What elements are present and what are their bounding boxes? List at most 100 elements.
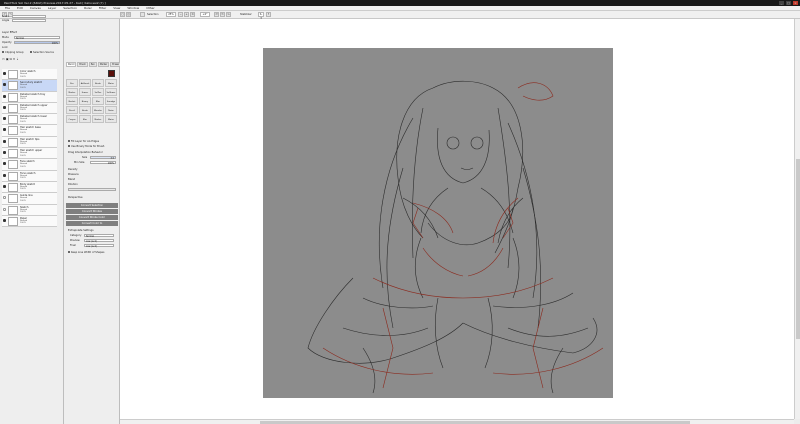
rotate-right-icon[interactable]: ↻ xyxy=(220,12,225,17)
tool-slot[interactable]: Pencil xyxy=(66,106,78,114)
invert-selection-icon[interactable]: ◫ xyxy=(126,12,131,17)
selection-toggle-checkbox[interactable] xyxy=(140,12,145,17)
zoom-in-icon[interactable]: + xyxy=(184,12,189,17)
layer-row[interactable]: Body sketch Normal 100% xyxy=(2,181,57,194)
preview-select[interactable]: Low (Lv.1) xyxy=(84,239,114,243)
visibility-eye-icon[interactable] xyxy=(3,139,6,143)
canvas-workspace[interactable] xyxy=(120,19,794,419)
zoom-field[interactable]: 25% xyxy=(166,12,176,17)
copy-layer-icon[interactable]: ⧉ xyxy=(10,57,12,61)
visibility-eye-icon[interactable] xyxy=(3,207,6,211)
tab-pen[interactable]: Pen xyxy=(88,62,97,67)
menu-view[interactable]: View xyxy=(113,6,120,10)
clipping-group-checkbox[interactable]: Clipping Group xyxy=(2,51,24,54)
scale-slider[interactable] xyxy=(12,15,46,18)
tool-slot[interactable]: Pen xyxy=(66,79,78,87)
layer-row[interactable]: Guide line Normal 100% xyxy=(2,193,57,205)
persistence-slider[interactable] xyxy=(68,188,116,191)
tab-brush[interactable]: Brush xyxy=(77,62,88,67)
vertical-scrollbar-thumb[interactable] xyxy=(796,159,800,339)
visibility-eye-icon[interactable] xyxy=(3,94,6,98)
primary-color-swatch[interactable] xyxy=(108,70,115,77)
category-select[interactable]: Normal xyxy=(84,234,114,238)
menu-selection[interactable]: Selection xyxy=(63,6,77,10)
stabilizer-select[interactable]: S-3 xyxy=(258,12,264,20)
layer-row[interactable]: Secondary sketch Normal 100% xyxy=(2,80,57,92)
tab-pencil[interactable]: Pencil xyxy=(66,62,77,67)
menu-other[interactable]: Other xyxy=(146,6,155,10)
merge-layer-icon[interactable]: ⇣ xyxy=(16,57,19,61)
close-button[interactable]: × xyxy=(793,1,798,5)
menu-layer[interactable]: Layer xyxy=(48,6,56,10)
layer-row[interactable]: Torso sketch Normal 100% xyxy=(2,170,57,182)
visibility-eye-icon[interactable] xyxy=(3,128,6,132)
visibility-eye-icon[interactable] xyxy=(3,184,6,188)
tool-slot[interactable]: Blender xyxy=(92,106,104,114)
layer-row[interactable]: Face sketch Normal 100% xyxy=(2,159,57,171)
layer-row[interactable]: Detailed sketch upper Normal 100% xyxy=(2,102,57,115)
tool-slot[interactable]: Noise xyxy=(105,106,117,114)
tool-slot[interactable]: Smudge xyxy=(105,97,117,105)
vertical-scrollbar[interactable] xyxy=(794,19,800,419)
layer-row[interactable]: Hair sketch upper Normal 100% xyxy=(2,148,57,160)
maximize-button[interactable]: □ xyxy=(786,1,791,5)
rotate-left-icon[interactable]: ↺ xyxy=(214,12,219,17)
layer-row[interactable]: Detailed sketch tray Normal 100% xyxy=(2,91,57,103)
angle-field[interactable]: +0° xyxy=(200,12,210,17)
flip-icon[interactable]: ⇋ xyxy=(226,12,231,17)
size-slider[interactable]: 3.5 xyxy=(90,156,116,160)
mode-select[interactable]: Normal xyxy=(14,36,60,40)
visibility-eye-icon[interactable] xyxy=(3,72,6,75)
visibility-eye-icon[interactable] xyxy=(3,83,6,87)
visibility-eye-icon[interactable] xyxy=(3,105,6,109)
new-layer-icon[interactable]: ▭ xyxy=(2,57,5,61)
new-folder-icon[interactable]: ▣ xyxy=(6,57,9,61)
zoom-out-icon[interactable]: − xyxy=(178,12,183,17)
layer-row[interactable]: Hair sketch base Normal 100% xyxy=(2,125,57,137)
menu-window[interactable]: Window xyxy=(127,6,139,10)
tool-slot[interactable]: AirBrush xyxy=(79,79,91,87)
menu-edit[interactable]: Edit xyxy=(17,6,23,10)
tab-marker[interactable]: Marker xyxy=(97,62,110,67)
convert-color-button[interactable]: Convert Color to xyxy=(66,221,118,226)
convert-selection-button[interactable]: Convert Selection xyxy=(66,203,118,208)
layer-row[interactable]: Hair sketch tips Normal 100% xyxy=(2,136,57,149)
tool-slot[interactable]: SelPen xyxy=(92,88,104,96)
menu-filter[interactable]: Filter xyxy=(99,6,106,10)
horizontal-scrollbar[interactable] xyxy=(120,419,794,424)
keep-line-width-option[interactable]: Keep Line Width of Shapes xyxy=(68,251,104,254)
deselect-icon[interactable]: ▢ xyxy=(120,12,125,17)
minimize-button[interactable]: _ xyxy=(779,1,784,5)
layer-row[interactable]: Paper Normal 100% xyxy=(2,215,57,228)
tool-slot[interactable]: Water xyxy=(105,115,117,123)
tool-slot[interactable]: SelErase xyxy=(105,88,117,96)
drawing-canvas[interactable] xyxy=(263,48,613,398)
tool-slot[interactable]: Bucket xyxy=(66,97,78,105)
tool-slot[interactable]: Brush xyxy=(92,79,104,87)
layer-row[interactable]: Sketch Normal 100% xyxy=(2,204,57,216)
convert-strokes-button[interactable]: Convert Strokes xyxy=(66,209,118,214)
visibility-eye-icon[interactable] xyxy=(3,196,6,200)
visibility-eye-icon[interactable] xyxy=(3,151,6,155)
visibility-eye-icon[interactable] xyxy=(3,117,6,121)
opacity-slider[interactable]: 100% xyxy=(14,41,60,45)
convert-stroke-color-button[interactable]: Convert Stroke Color xyxy=(66,215,118,220)
fill-layer-option[interactable]: Fill Layer for AA Edges xyxy=(68,140,99,143)
menu-file[interactable]: File xyxy=(5,6,10,10)
tool-slot[interactable]: Binary xyxy=(79,97,91,105)
visibility-eye-icon[interactable] xyxy=(3,162,6,166)
delete-layer-icon[interactable]: ✕ xyxy=(13,57,16,61)
min-size-slider[interactable]: 100% xyxy=(90,161,116,165)
tool-slot[interactable]: Eraser xyxy=(79,88,91,96)
visibility-eye-icon[interactable] xyxy=(3,218,6,222)
menu-ruler[interactable]: Ruler xyxy=(84,6,92,10)
help-icon[interactable]: ? xyxy=(266,12,271,17)
final-select[interactable]: Low (Lv.1) xyxy=(84,244,114,248)
angle-slider[interactable] xyxy=(12,19,46,22)
tool-slot[interactable]: Blur xyxy=(92,97,104,105)
layer-row[interactable]: Color sketch Normal 100% xyxy=(2,69,57,81)
tool-slot[interactable]: Blur xyxy=(79,115,91,123)
tool-slot[interactable]: Crayon xyxy=(66,115,78,123)
zoom-reset-icon[interactable]: ⟲ xyxy=(190,12,195,17)
selection-source-checkbox[interactable]: Selection Source xyxy=(30,51,54,54)
